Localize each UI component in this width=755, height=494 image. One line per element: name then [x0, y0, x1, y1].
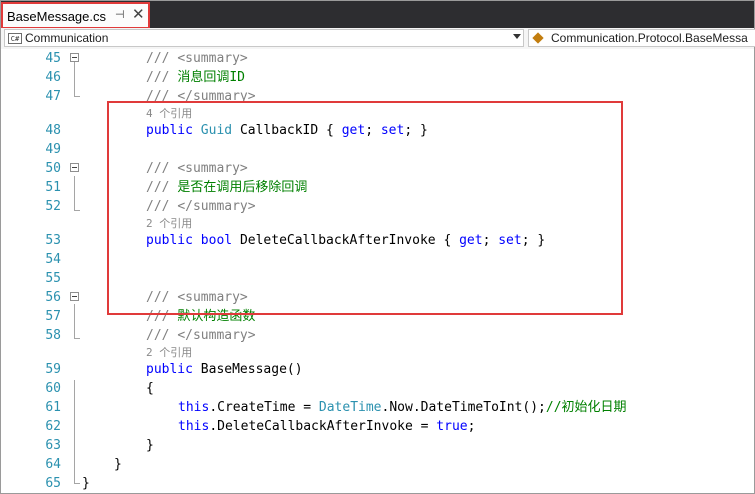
constructor-name: BaseMessage() — [200, 362, 303, 377]
line-number: 46 — [45, 70, 61, 85]
keyword: this — [178, 400, 210, 415]
project-dropdown[interactable]: C# Communication — [4, 29, 524, 47]
member-access: .DeleteCallbackAfterInvoke = — [209, 419, 437, 434]
csharp-project-icon: C# — [8, 32, 22, 44]
doc-comment-tag: </summary> — [177, 328, 256, 343]
doc-comment-prefix: /// — [146, 51, 178, 66]
line-number: 59 — [45, 362, 61, 377]
code-line: 45 /// <summary> — [1, 49, 754, 68]
code-line: 59 public BaseMessage() — [1, 360, 754, 379]
doc-comment-prefix: /// — [146, 70, 178, 85]
line-number: 64 — [45, 457, 61, 472]
code-line: 60 { — [1, 379, 754, 398]
line-number: 62 — [45, 419, 61, 434]
code-editor[interactable]: 45 /// <summary> 46 /// 消息回调ID 47 /// </… — [1, 49, 754, 492]
code-line: 64 } — [1, 455, 754, 474]
line-number: 53 — [45, 233, 61, 248]
collapse-icon[interactable] — [70, 292, 79, 301]
codelens-references[interactable]: 2 个引用 — [146, 345, 192, 360]
line-number: 51 — [45, 180, 61, 195]
line-number: 49 — [45, 142, 61, 157]
keyword: public — [146, 362, 193, 377]
brace: } — [146, 438, 154, 453]
code-line: 63 } — [1, 436, 754, 455]
line-number: 60 — [45, 381, 61, 396]
line-number: 61 — [45, 400, 61, 415]
line-number: 47 — [45, 89, 61, 104]
line-number: 58 — [45, 328, 61, 343]
document-tab-strip: BaseMessage.cs ⊣ ✕ — [1, 1, 754, 29]
line-number: 56 — [45, 290, 61, 305]
type-name: DateTime — [318, 400, 382, 415]
code-line: 65 } — [1, 474, 754, 493]
code-line: 46 /// 消息回调ID — [1, 68, 754, 87]
brace: { — [146, 381, 154, 396]
code-line: 62 this.DeleteCallbackAfterInvoke = true… — [1, 417, 754, 436]
class-icon — [533, 32, 547, 44]
method-call: .Now.DateTimeToInt(); — [381, 400, 546, 415]
navigation-bar: C# Communication Communication.Protocol.… — [1, 28, 755, 50]
keyword: true — [436, 419, 468, 434]
line-number: 63 — [45, 438, 61, 453]
line-number: 57 — [45, 309, 61, 324]
project-dropdown-label: Communication — [25, 31, 109, 45]
line-number: 65 — [45, 476, 61, 491]
doc-comment-tag: <summary> — [177, 51, 248, 66]
keyword: this — [178, 419, 210, 434]
line-number: 48 — [45, 123, 61, 138]
type-dropdown-label: Communication.Protocol.BaseMessa — [551, 31, 748, 45]
chevron-down-icon[interactable] — [513, 34, 521, 39]
line-number: 45 — [45, 51, 61, 66]
member-access: .CreateTime = — [209, 400, 319, 415]
type-dropdown[interactable]: Communication.Protocol.BaseMessa — [528, 29, 755, 47]
line-number: 52 — [45, 199, 61, 214]
doc-comment-text: 消息回调ID — [177, 70, 245, 85]
brace: } — [114, 457, 122, 472]
collapse-icon[interactable] — [70, 163, 79, 172]
collapse-icon[interactable] — [70, 53, 79, 62]
doc-comment-prefix: /// — [146, 328, 178, 343]
line-number: 50 — [45, 161, 61, 176]
brace: } — [82, 476, 90, 491]
code-line: 58 /// </summary> — [1, 326, 754, 345]
line-number: 54 — [45, 252, 61, 267]
tab-highlight-box — [1, 2, 150, 29]
semicolon: ; — [467, 419, 476, 434]
line-number: 55 — [45, 271, 61, 286]
code-highlight-box — [107, 101, 623, 315]
code-line: 61 this.CreateTime = DateTime.Now.DateTi… — [1, 398, 754, 417]
inline-comment: //初始化日期 — [545, 400, 627, 415]
